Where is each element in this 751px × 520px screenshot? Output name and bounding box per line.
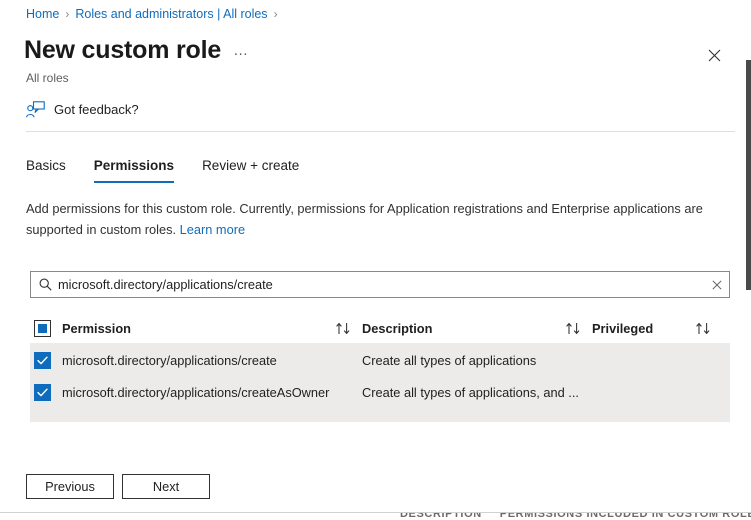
tab-basics[interactable]: Basics [26, 155, 80, 183]
title-row: New custom role … [24, 34, 249, 66]
checkmark-icon [37, 356, 48, 364]
breadcrumb-separator-icon: › [65, 7, 70, 21]
column-header-description-label: Description [362, 321, 433, 336]
close-icon [708, 49, 720, 61]
learn-more-link[interactable]: Learn more [180, 222, 245, 237]
cell-permission: microsoft.directory/applications/createA… [62, 384, 330, 400]
breadcrumb-item-home[interactable]: Home [26, 6, 59, 22]
permissions-table: Permission Description Privileged micros… [30, 314, 730, 422]
sort-icon [565, 322, 582, 335]
vertical-scrollbar[interactable] [746, 0, 751, 520]
new-custom-role-blade: Home › Roles and administrators | All ro… [0, 0, 751, 520]
scrollbar-thumb[interactable] [746, 60, 751, 290]
cell-description: Create all types of applications, and ..… [362, 384, 579, 400]
more-options-button[interactable]: … [233, 42, 249, 59]
got-feedback-label: Got feedback? [54, 102, 139, 117]
checkmark-icon [37, 388, 48, 396]
close-icon [712, 279, 722, 290]
column-header-permission-label: Permission [62, 321, 131, 336]
search-icon [39, 278, 52, 291]
clear-search-button[interactable] [705, 272, 729, 297]
permissions-description-text: Add permissions for this custom role. Cu… [26, 201, 703, 237]
permissions-description: Add permissions for this custom role. Cu… [26, 198, 726, 240]
breadcrumb: Home › Roles and administrators | All ro… [26, 6, 278, 22]
clipped-section-text: DESCRIPTION PERMISSIONS INCLUDED IN CUSTO… [400, 513, 751, 520]
table-header-row: Permission Description Privileged [30, 314, 730, 344]
column-header-description[interactable]: Description [362, 314, 592, 343]
clipped-section: DESCRIPTION PERMISSIONS INCLUDED IN CUSTO… [0, 513, 751, 520]
tab-list: Basics Permissions Review + create [26, 155, 313, 183]
close-button[interactable] [701, 42, 727, 68]
column-header-privileged-label: Privileged [592, 321, 654, 336]
page-subtitle: All roles [26, 71, 69, 85]
select-all-cell [30, 320, 62, 337]
previous-button[interactable]: Previous [26, 474, 114, 499]
next-button[interactable]: Next [122, 474, 210, 499]
row-checkbox[interactable] [34, 383, 51, 401]
row-checkbox[interactable] [34, 351, 51, 369]
feedback-person-icon [26, 101, 45, 118]
table-body: microsoft.directory/applications/create … [30, 344, 730, 422]
tab-review-create[interactable]: Review + create [188, 155, 313, 183]
tab-permissions-label: Permissions [93, 158, 175, 173]
column-header-privileged[interactable]: Privileged [592, 314, 722, 343]
header-divider [26, 131, 735, 132]
page-title: New custom role [24, 36, 222, 64]
breadcrumb-item-roles-and-administrators[interactable]: Roles and administrators | All roles [75, 6, 267, 22]
row-select-cell [30, 383, 62, 401]
search-input[interactable] [58, 277, 705, 292]
sort-icon [335, 322, 352, 335]
cell-permission: microsoft.directory/applications/create [62, 352, 277, 368]
tab-permissions[interactable]: Permissions [80, 155, 188, 183]
select-all-checkbox[interactable] [34, 320, 51, 337]
wizard-footer: Previous Next [26, 474, 210, 499]
got-feedback-button[interactable]: Got feedback? [26, 101, 139, 118]
tab-basics-label: Basics [26, 158, 66, 173]
indeterminate-icon [38, 324, 47, 333]
sort-icon [695, 322, 712, 335]
breadcrumb-separator-icon-2: › [273, 7, 278, 21]
column-header-permission[interactable]: Permission [62, 314, 362, 343]
cell-description: Create all types of applications [362, 352, 537, 368]
table-row[interactable]: microsoft.directory/applications/createA… [30, 376, 730, 408]
row-select-cell [30, 351, 62, 369]
permissions-search-box[interactable] [30, 271, 730, 298]
tab-review-create-label: Review + create [202, 158, 300, 173]
table-row[interactable]: microsoft.directory/applications/create … [30, 344, 730, 376]
